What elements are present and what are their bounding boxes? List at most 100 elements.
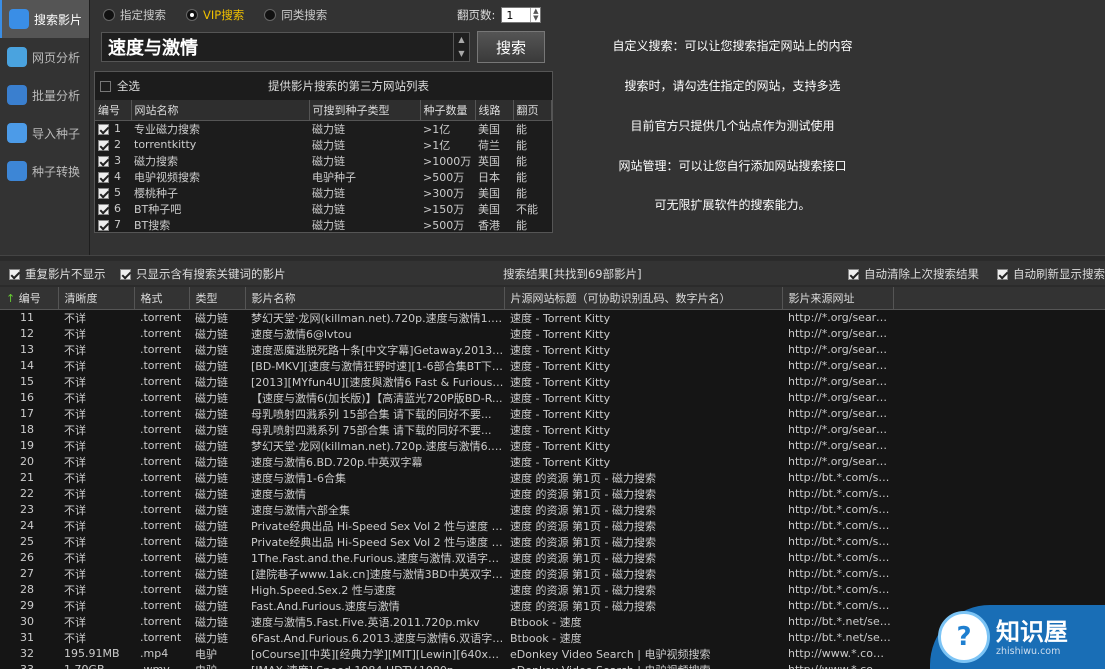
convert-icon [7,161,27,181]
stepper-arrows-icon[interactable]: ▲ ▼ [530,8,540,22]
result-column-header[interactable]: 格式 [134,287,190,310]
site-cell-text: 日本 [478,170,500,184]
result-row[interactable]: 22 不详 .torrent 磁力链 速度与激情 速度 的资源 第1页 - 磁力搜索 htt… [0,486,1105,502]
site-cell: torrentkitty [131,137,309,153]
dropdown-arrow-icon[interactable]: ▲ ▼ [453,33,469,61]
site-row[interactable]: 5 樱桃种子 磁力链 >300万 美国 能 [95,185,551,201]
result-row[interactable]: 26 不详 .torrent 磁力链 1The.Fast.and.the.Furious… [0,550,1105,566]
result-row[interactable]: 19 不详 .torrent 磁力链 梦幻天堂·龙网(killman.net).720p… [0,438,1105,454]
result-cell: 不详 [64,551,86,565]
site-checkbox[interactable] [98,155,109,167]
site-column-header[interactable]: 种子数量 [420,100,476,121]
no-duplicates-checkbox[interactable] [9,268,20,280]
result-cell: .torrent [140,343,182,356]
result-column-header[interactable]: 类型 [189,287,246,310]
search-button[interactable]: 搜索 [477,31,545,63]
row-filler [893,582,1105,598]
site-row-id: 3 [95,153,131,169]
result-column-header[interactable]: ↑ 编号 [0,287,59,310]
search-input[interactable]: 速度与激情 ▲ ▼ [101,32,470,62]
keyword-only-option[interactable]: 只显示含有搜索关键词的影片 [120,266,286,282]
site-cell-text: 能 [516,186,527,200]
result-row[interactable]: 17 不详 .torrent 磁力链 母乳喷射四溅系列 15部合集 请下载的同好不要..… [0,406,1105,422]
result-row[interactable]: 16 不详 .torrent 磁力链 【速度与激情6(加长版)】【高清蓝光720P版BD… [0,390,1105,406]
result-row[interactable]: 25 不详 .torrent 磁力链 Private经典出品 Hi-Speed Sex … [0,534,1105,550]
site-row[interactable]: 4 电驴视频搜索 电驴种子 >500万 日本 能 [95,169,551,185]
auto-clear-option[interactable]: 自动清除上次搜索结果 [848,266,979,282]
site-checkbox[interactable] [98,187,109,199]
result-column-header[interactable]: 影片来源网址 [782,287,894,310]
sidebar-item-label: 批量分析 [32,88,81,103]
result-cell: http://*.org/search... [788,311,893,324]
sidebar-item-0[interactable]: 搜索影片 [0,0,89,38]
result-column-header[interactable]: 清晰度 [58,287,135,310]
result-row[interactable]: 27 不详 .torrent 磁力链 [建院巷子www.1ak.cn]速度与激情3BD中… [0,566,1105,582]
result-cell: http://*.org/search... [788,455,893,468]
result-cell: .torrent [140,471,182,484]
site-row[interactable]: 2 torrentkitty 磁力链 >1亿 荷兰 能 [95,137,551,153]
result-cell: 32 [20,647,34,660]
site-checkbox[interactable] [98,219,109,231]
result-cell: 不详 [64,631,86,645]
keyword-only-checkbox[interactable] [120,268,131,280]
no-duplicates-option[interactable]: 重复影片不显示 [9,266,106,282]
site-checkbox[interactable] [98,203,109,215]
result-cell: .torrent [140,503,182,516]
info-panel: 自定义搜索：可以让您搜索指定网站上的内容 搜索时，请勾选住指定的网站，支持多选 … [560,0,1105,255]
result-cell: 不详 [64,343,86,357]
splitter-handle[interactable] [0,255,1105,260]
site-row[interactable]: 1 专业磁力搜索 磁力链 >1亿 美国 能 [95,120,551,137]
mode-vip-radio[interactable]: VIP搜索 [186,7,244,23]
result-cell: 梦幻天堂·龙网(killman.net).720p.速度与激情1.玩... [251,311,504,325]
result-cell: 不详 [64,311,86,325]
result-row[interactable]: 15 不详 .torrent 磁力链 [2013][MYfun4U][速度與激情6 Fa… [0,374,1105,390]
site-column-header[interactable]: 网站名称 [131,100,310,121]
result-row[interactable]: 11 不详 .torrent 磁力链 梦幻天堂·龙网(killman.net).720p… [0,309,1105,326]
result-row[interactable]: 14 不详 .torrent 磁力链 [BD-MKV][速度与激情狂野时速][1-6部合… [0,358,1105,374]
result-row[interactable]: 28 不详 .torrent 磁力链 High.Speed.Sex.2 性与速度 速度 的… [0,582,1105,598]
result-row[interactable]: 13 不详 .torrent 磁力链 速度恶魔逃脱死路十条[中文字幕]Getaway.2… [0,342,1105,358]
page-count-stepper[interactable]: 1 ▲ ▼ [501,7,542,23]
site-column-header[interactable]: 可搜到种子类型 [309,100,421,121]
site-checkbox[interactable] [98,171,109,183]
result-row[interactable]: 24 不详 .torrent 磁力链 Private经典出品 Hi-Speed Sex … [0,518,1105,534]
site-column-header[interactable]: 翻页 [513,100,552,121]
site-row[interactable]: 6 BT种子吧 磁力链 >150万 美国 不能 [95,201,551,217]
row-filler [893,454,1105,470]
result-row[interactable]: 12 不详 .torrent 磁力链 速度与激情6@lvtou 速度 - Torrent … [0,326,1105,342]
site-row[interactable]: 7 BT搜索 磁力链 >500万 香港 能 [95,217,551,233]
site-cell: 能 [513,217,551,233]
auto-clear-checkbox[interactable] [848,268,859,280]
search-panel: 指定搜索 VIP搜索 同类搜索 翻页数: 1 ▲ ▼ 速度与激情 ▲ ▼ 搜索 全选 … [90,0,560,255]
result-cell: http://bt.*.com/sea... [788,535,893,548]
sidebar-item-4[interactable]: 种子转换 [0,152,89,190]
result-row[interactable]: 18 不详 .torrent 磁力链 母乳喷射四溅系列 75部合集 请下载的同好不要..… [0,422,1105,438]
sidebar-item-2[interactable]: 批量分析 [0,76,89,114]
mode-specified-radio[interactable]: 指定搜索 [103,7,166,23]
result-row[interactable]: 29 不详 .torrent 磁力链 Fast.And.Furious.速度与激情 速度 … [0,598,1105,614]
result-row[interactable]: 21 不详 .torrent 磁力链 速度与激情1-6合集 速度 的资源 第1页 - 磁力… [0,470,1105,486]
result-cell: 磁力链 [195,375,228,389]
site-cell-text: 能 [516,218,527,232]
result-cell: 磁力链 [195,519,228,533]
site-checkbox[interactable] [98,123,109,135]
result-column-header[interactable]: 影片名称 [245,287,505,310]
site-column-header[interactable]: 线路 [475,100,514,121]
result-cell: 磁力链 [195,535,228,549]
row-filler [893,566,1105,582]
result-cell: 11 [20,311,34,324]
result-row[interactable]: 20 不详 .torrent 磁力链 速度与激情6.BD.720p.中英双字幕 速度 - … [0,454,1105,470]
result-row[interactable]: 23 不详 .torrent 磁力链 速度与激情六部全集 速度 的资源 第1页 - 磁力搜… [0,502,1105,518]
result-column-header[interactable]: 片源网站标题（可协助识别乱码、数字片名） [504,287,783,310]
site-column-header[interactable]: 编号 [95,100,132,121]
result-cell: 速度与激情6.BD.720p.中英双字幕 [251,455,423,469]
sidebar-item-3[interactable]: 导入种子 [0,114,89,152]
mode-similar-radio[interactable]: 同类搜索 [264,7,327,23]
select-all-checkbox[interactable] [100,80,111,92]
auto-refresh-option[interactable]: 自动刷新显示搜索 [997,266,1105,282]
radio-dot-icon [186,9,198,21]
sidebar-item-1[interactable]: 网页分析 [0,38,89,76]
site-row[interactable]: 3 磁力搜索 磁力链 >1000万 英国 能 [95,153,551,169]
auto-refresh-checkbox[interactable] [997,268,1008,280]
site-checkbox[interactable] [98,139,109,151]
